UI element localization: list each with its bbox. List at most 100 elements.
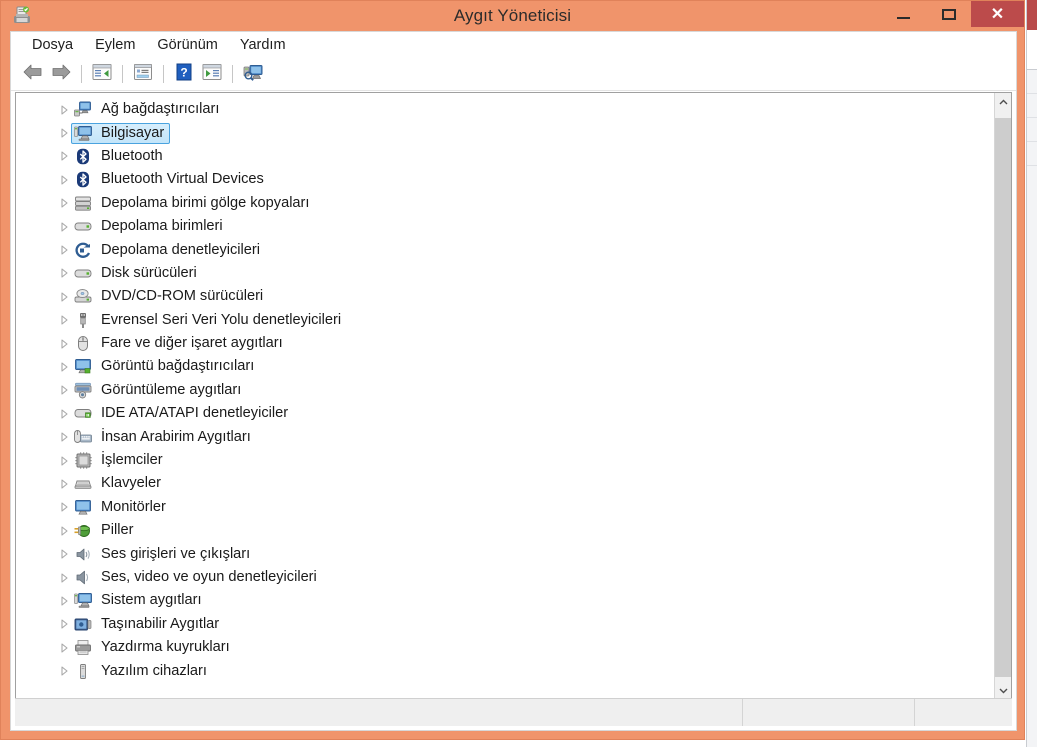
title-bar[interactable]: Aygıt Yöneticisi ✕ — [1, 1, 1024, 31]
tree-item-software-devices[interactable]: Yazılım cihazları — [16, 659, 994, 682]
tree-item-processors[interactable]: İşlemciler — [16, 449, 994, 472]
tree-item-storage-volumes[interactable]: Depolama birimleri — [16, 215, 994, 238]
chevron-right-icon[interactable] — [56, 339, 73, 349]
help-button[interactable]: ? — [170, 61, 198, 87]
scan-for-hardware-changes-icon — [242, 63, 264, 86]
tree-item-mice-and-pointing-devices[interactable]: Fare ve diğer işaret aygıtları — [16, 332, 994, 355]
background-window-row — [1027, 142, 1037, 166]
device-tree[interactable]: Ağ bağdaştırıcıları Bilgisayar Bluetooth… — [16, 93, 994, 698]
tree-item-label: Monitörler — [101, 498, 166, 515]
tree-item-keyboards[interactable]: Klavyeler — [16, 472, 994, 495]
chevron-right-icon[interactable] — [56, 479, 73, 489]
properties-button[interactable] — [129, 61, 157, 87]
scan-for-hardware-changes-button[interactable] — [239, 61, 267, 87]
menu-item-yardim[interactable]: Yardım — [229, 35, 297, 55]
chevron-right-icon[interactable] — [56, 268, 73, 278]
chevron-right-icon[interactable] — [56, 245, 73, 255]
chevron-right-icon[interactable] — [56, 572, 73, 583]
tree-item-bluetooth[interactable]: Bluetooth — [16, 145, 994, 168]
menu-item-eylem[interactable]: Eylem — [84, 35, 146, 55]
tree-item-network-adapters[interactable]: Ağ bağdaştırıcıları — [16, 98, 994, 121]
chevron-right-icon[interactable] — [56, 455, 73, 466]
imaging-device-icon — [73, 381, 93, 399]
bluetooth-icon — [73, 171, 93, 189]
update-driver-button[interactable] — [198, 61, 226, 87]
tree-item-label: Taşınabilir Aygıtlar — [101, 615, 220, 632]
maximize-button[interactable] — [926, 1, 971, 27]
tree-item-label: Yazılım cihazları — [101, 662, 207, 679]
tree-item-storage-volume-shadow-copies[interactable]: Depolama birimi gölge kopyaları — [16, 192, 994, 215]
print-queue-icon — [73, 639, 93, 657]
tree-item-label: IDE ATA/ATAPI denetleyiciler — [101, 405, 289, 422]
back-button[interactable] — [19, 61, 47, 87]
tree-item-ide-ata-atapi-controllers[interactable]: IDE ATA/ATAPI denetleyiciler — [16, 402, 994, 425]
tree-item-imaging-devices[interactable]: Görüntüleme aygıtları — [16, 379, 994, 402]
chevron-right-icon[interactable] — [56, 315, 73, 325]
tree-item-usb-controllers[interactable]: Evrensel Seri Veri Yolu denetleyicileri — [16, 309, 994, 332]
window-title: Aygıt Yöneticisi — [453, 6, 572, 25]
chevron-right-icon[interactable] — [56, 643, 73, 653]
bluetooth-icon — [73, 147, 93, 165]
portable-device-icon — [73, 615, 93, 633]
tree-item-sound-video-and-game-controllers[interactable]: Ses, video ve oyun denetleyicileri — [16, 566, 994, 589]
tree-item-storage-controllers[interactable]: Depolama denetleyicileri — [16, 238, 994, 261]
chevron-right-icon[interactable] — [56, 619, 73, 629]
tree-item-print-queues[interactable]: Yazdırma kuyrukları — [16, 636, 994, 659]
chevron-right-icon[interactable] — [56, 222, 73, 232]
chevron-right-icon[interactable] — [56, 362, 73, 372]
menu-item-gorunum[interactable]: Görünüm — [146, 35, 228, 55]
disk-drive-icon — [73, 264, 93, 282]
tree-vertical-scrollbar[interactable] — [994, 93, 1011, 698]
scrollbar-track[interactable] — [995, 110, 1011, 681]
battery-icon — [73, 522, 93, 540]
tree-item-computer[interactable]: Bilgisayar — [16, 121, 994, 144]
chevron-right-icon[interactable] — [56, 105, 73, 115]
tree-item-monitors[interactable]: Monitörler — [16, 496, 994, 519]
chevron-right-icon[interactable] — [56, 409, 73, 419]
chevron-right-icon[interactable] — [56, 198, 73, 208]
chevron-right-icon[interactable] — [56, 151, 73, 162]
chevron-right-icon[interactable] — [56, 666, 73, 676]
background-window-row — [1027, 94, 1037, 118]
svg-text:?: ? — [180, 65, 187, 79]
show-hide-console-tree-button[interactable] — [88, 61, 116, 87]
tree-item-system-devices[interactable]: Sistem aygıtları — [16, 589, 994, 612]
back-arrow-icon — [22, 63, 44, 86]
chevron-right-icon[interactable] — [56, 526, 73, 536]
tree-item-audio-inputs-and-outputs[interactable]: Ses girişleri ve çıkışları — [16, 542, 994, 565]
storage-controller-icon — [73, 241, 93, 259]
chevron-right-icon[interactable] — [56, 432, 73, 442]
tree-item-label: DVD/CD-ROM sürücüleri — [101, 288, 264, 305]
storage-volume-icon — [73, 218, 93, 236]
tree-item-label: Yazdırma kuyrukları — [101, 639, 230, 656]
client-area: Dosya Eylem Görünüm Yardım ? Ağ bağdaştı… — [10, 31, 1017, 731]
tree-item-portable-devices[interactable]: Taşınabilir Aygıtlar — [16, 613, 994, 636]
tree-item-dvd-cdrom-drives[interactable]: DVD/CD-ROM sürücüleri — [16, 285, 994, 308]
scrollbar-down-button[interactable] — [995, 681, 1011, 698]
background-window-toolbar — [1027, 30, 1037, 70]
tree-item-bluetooth-virtual-devices[interactable]: Bluetooth Virtual Devices — [16, 168, 994, 191]
tree-item-label: Piller — [101, 522, 134, 539]
tree-item-disk-drives[interactable]: Disk sürücüleri — [16, 262, 994, 285]
minimize-button[interactable] — [881, 1, 926, 27]
chevron-right-icon[interactable] — [56, 292, 73, 302]
chevron-right-icon[interactable] — [56, 385, 73, 395]
forward-button[interactable] — [47, 61, 75, 87]
background-window-sliver[interactable] — [1026, 0, 1037, 747]
close-button[interactable]: ✕ — [971, 1, 1024, 27]
close-icon: ✕ — [990, 6, 1005, 23]
tree-item-batteries[interactable]: Piller — [16, 519, 994, 542]
scrollbar-thumb[interactable] — [995, 118, 1011, 677]
mouse-icon — [73, 335, 93, 353]
menu-item-dosya[interactable]: Dosya — [21, 35, 84, 55]
chevron-right-icon[interactable] — [56, 549, 73, 559]
scrollbar-up-button[interactable] — [995, 93, 1011, 110]
chevron-right-icon[interactable] — [56, 175, 73, 185]
chevron-right-icon[interactable] — [56, 596, 73, 606]
tree-item-human-interface-devices[interactable]: İnsan Arabirim Aygıtları — [16, 425, 994, 448]
tree-item-label: Depolama birimi gölge kopyaları — [101, 194, 310, 211]
tree-item-label: Evrensel Seri Veri Yolu denetleyicileri — [101, 311, 342, 328]
chevron-right-icon[interactable] — [56, 502, 73, 512]
tree-item-display-adapters[interactable]: Görüntü bağdaştırıcıları — [16, 355, 994, 378]
tree-item-label: Görüntü bağdaştırıcıları — [101, 358, 255, 375]
